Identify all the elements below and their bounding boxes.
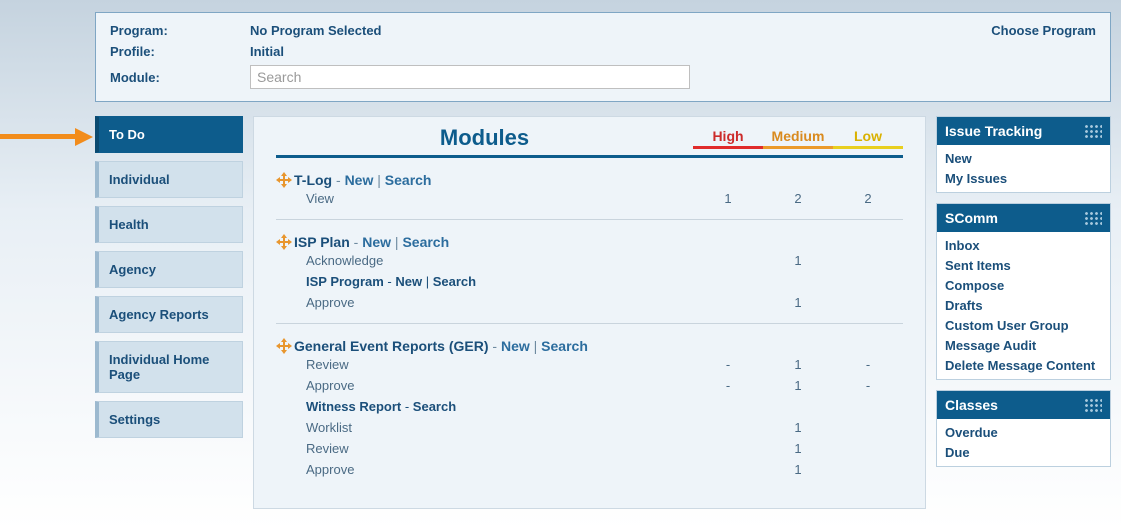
priority-header-high: High: [693, 128, 763, 151]
panel-item[interactable]: Sent Items: [945, 258, 1102, 273]
move-icon[interactable]: [276, 234, 294, 250]
panel-item[interactable]: Message Audit: [945, 338, 1102, 353]
panel-item[interactable]: Compose: [945, 278, 1102, 293]
priority-header-medium: Medium: [763, 128, 833, 151]
drag-handle-icon[interactable]: [1084, 398, 1102, 412]
program-label: Program:: [110, 23, 250, 38]
module-action[interactable]: View: [306, 191, 693, 206]
program-value: No Program Selected: [250, 23, 991, 38]
module-action[interactable]: Approve: [306, 378, 693, 393]
count-cell: -: [833, 357, 903, 372]
count-cell: -: [833, 378, 903, 393]
panel-item[interactable]: Drafts: [945, 298, 1102, 313]
context-box: Program: No Program Selected Choose Prog…: [95, 12, 1111, 102]
module-name: General Event Reports (GER): [294, 338, 489, 354]
module-action[interactable]: Review: [306, 357, 693, 372]
module-search-link[interactable]: Search: [433, 274, 476, 289]
submodule-name: Witness Report: [306, 399, 401, 414]
count-cell: -: [693, 357, 763, 372]
module-search-link[interactable]: Search: [541, 338, 588, 354]
module-search-link[interactable]: Search: [413, 399, 456, 414]
choose-program-link[interactable]: Choose Program: [991, 23, 1096, 38]
module-new-link[interactable]: New: [345, 172, 374, 188]
nav-tab[interactable]: Individual Home Page: [95, 341, 243, 393]
count-cell: 2: [833, 191, 903, 206]
panel-title: Classes: [945, 397, 998, 413]
modules-title: Modules: [276, 125, 693, 151]
profile-label: Profile:: [110, 44, 250, 59]
module-group: T-Log - New | SearchView122: [276, 172, 903, 220]
nav-tab[interactable]: Individual: [95, 161, 243, 198]
side-panel: SComm Inbox Sent Items Compose Drafts Custom …: [936, 203, 1111, 380]
panel-title: SComm: [945, 210, 998, 226]
module-new-link[interactable]: New: [362, 234, 391, 250]
count-cell: 1: [763, 357, 833, 372]
panel-item[interactable]: Overdue: [945, 425, 1102, 440]
module-search-link[interactable]: Search: [385, 172, 432, 188]
drag-handle-icon[interactable]: [1084, 211, 1102, 225]
side-panel: Issue Tracking New My Issues: [936, 116, 1111, 193]
module-new-link[interactable]: New: [501, 338, 530, 354]
left-nav: To Do Individual Health Agency Agency Report…: [95, 116, 243, 509]
panel-item[interactable]: Inbox: [945, 238, 1102, 253]
profile-value: Initial: [250, 44, 991, 59]
module-group: General Event Reports (GER) - New | Sear…: [276, 338, 903, 490]
count-cell: 1: [763, 295, 833, 310]
count-cell: -: [693, 378, 763, 393]
module-new-link[interactable]: New: [395, 274, 422, 289]
module-label: Module:: [110, 70, 250, 85]
nav-tab[interactable]: To Do: [95, 116, 243, 153]
panel-item[interactable]: Delete Message Content: [945, 358, 1102, 373]
count-cell: 1: [763, 441, 833, 456]
module-search-link[interactable]: Search: [402, 234, 449, 250]
module-group: ISP Plan - New | SearchAcknowledge1ISP P…: [276, 234, 903, 324]
count-cell: 1: [693, 191, 763, 206]
right-column: Issue Tracking New My Issues SComm Inbox Sent…: [936, 116, 1111, 509]
count-cell: 1: [763, 420, 833, 435]
module-action[interactable]: Approve: [306, 295, 693, 310]
module-name: T-Log: [294, 172, 332, 188]
submodule-name: ISP Program: [306, 274, 384, 289]
annotation-arrow: [0, 130, 95, 144]
nav-tab[interactable]: Health: [95, 206, 243, 243]
module-name: ISP Plan: [294, 234, 350, 250]
panel-title: Issue Tracking: [945, 123, 1042, 139]
side-panel: Classes Overdue Due: [936, 390, 1111, 467]
move-icon[interactable]: [276, 172, 294, 188]
panel-item[interactable]: My Issues: [945, 171, 1102, 186]
panel-item[interactable]: Custom User Group: [945, 318, 1102, 333]
nav-tab[interactable]: Settings: [95, 401, 243, 438]
module-action[interactable]: Review: [306, 441, 693, 456]
count-cell: 1: [763, 462, 833, 477]
priority-header-low: Low: [833, 128, 903, 151]
count-cell: 1: [763, 253, 833, 268]
module-action[interactable]: Acknowledge: [306, 253, 693, 268]
panel-item[interactable]: New: [945, 151, 1102, 166]
module-action[interactable]: Worklist: [306, 420, 693, 435]
module-action[interactable]: Approve: [306, 462, 693, 477]
module-search-input[interactable]: [250, 65, 690, 89]
panel-item[interactable]: Due: [945, 445, 1102, 460]
nav-tab[interactable]: Agency: [95, 251, 243, 288]
nav-tab[interactable]: Agency Reports: [95, 296, 243, 333]
modules-panel: Modules High Medium Low T-Log - New | Se…: [253, 116, 926, 509]
drag-handle-icon[interactable]: [1084, 124, 1102, 138]
count-cell: 2: [763, 191, 833, 206]
count-cell: 1: [763, 378, 833, 393]
move-icon[interactable]: [276, 338, 294, 354]
